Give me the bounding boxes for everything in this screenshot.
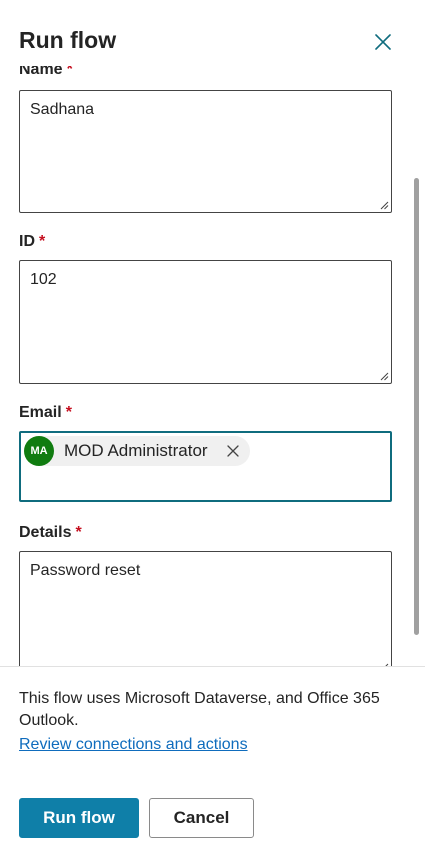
panel-title: Run flow — [19, 27, 117, 53]
run-flow-panel: Run flow Name * Sadhana ID * 102 Email *… — [0, 0, 425, 856]
id-value: 102 — [30, 271, 57, 288]
name-label-text: Name — [19, 66, 63, 78]
email-people-picker[interactable]: MA MOD Administrator — [19, 431, 392, 502]
close-icon — [226, 445, 239, 457]
close-icon — [375, 34, 391, 50]
form-scroll-area[interactable]: Name * Sadhana ID * 102 Email * MA MOD A… — [0, 66, 425, 666]
email-label: Email * — [19, 404, 72, 422]
cancel-button[interactable]: Cancel — [149, 798, 254, 838]
resize-grip-icon[interactable] — [380, 201, 389, 210]
id-label-text: ID — [19, 233, 35, 250]
id-required-mark: * — [39, 233, 46, 250]
details-required-mark: * — [75, 524, 82, 541]
close-button[interactable] — [372, 31, 394, 53]
id-label: ID * — [19, 233, 45, 251]
name-label: Name * — [19, 66, 73, 79]
details-label: Details * — [19, 524, 82, 542]
name-required-mark: * — [66, 66, 73, 78]
scrollbar-thumb[interactable] — [414, 178, 419, 635]
remove-persona-button[interactable] — [226, 444, 240, 458]
name-value: Sadhana — [30, 101, 95, 118]
persona-chip[interactable]: MA MOD Administrator — [24, 436, 250, 466]
email-required-mark: * — [65, 404, 72, 421]
details-value: Password reset — [30, 562, 141, 579]
details-label-text: Details — [19, 524, 72, 541]
email-label-text: Email — [19, 404, 62, 421]
persona-name: MOD Administrator — [64, 441, 208, 460]
id-field[interactable]: 102 — [19, 260, 392, 384]
run-flow-button[interactable]: Run flow — [19, 798, 139, 838]
connections-description: This flow uses Microsoft Dataverse, and … — [19, 690, 380, 729]
avatar: MA — [24, 436, 54, 466]
details-field[interactable]: Password reset — [19, 551, 392, 666]
review-connections-link[interactable]: Review connections and actions — [19, 736, 248, 754]
footer-divider — [0, 666, 425, 667]
resize-grip-icon[interactable] — [380, 372, 389, 381]
name-field[interactable]: Sadhana — [19, 90, 392, 213]
